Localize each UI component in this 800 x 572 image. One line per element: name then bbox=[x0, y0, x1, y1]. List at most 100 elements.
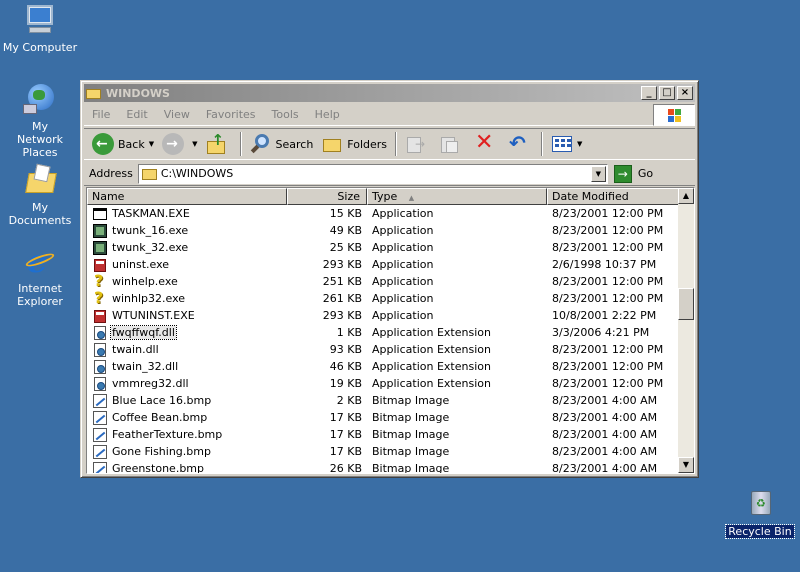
close-button[interactable]: × bbox=[677, 86, 693, 100]
desktop-icon-recycle-bin[interactable]: ♻ Recycle Bin bbox=[720, 487, 800, 539]
cell-size: 25 KB bbox=[329, 241, 362, 254]
recycle-bin-icon: ♻ bbox=[743, 487, 777, 521]
forward-button[interactable]: → ▼ bbox=[158, 130, 201, 158]
column-date-modified[interactable]: Date Modified bbox=[547, 188, 679, 205]
maximize-icon: □ bbox=[662, 87, 672, 98]
minimize-button[interactable]: _ bbox=[641, 86, 657, 100]
cell-type: Bitmap Image bbox=[372, 394, 450, 407]
delete-button[interactable]: ✕ bbox=[469, 130, 503, 158]
chevron-down-icon[interactable]: ▼ bbox=[149, 140, 154, 148]
desktop-icon-label: My Documents bbox=[8, 201, 72, 227]
table-row[interactable]: ? winhlp32.exe 261 KB Application 8/23/2001 … bbox=[87, 288, 679, 307]
cell-name: TASKMAN.EXE bbox=[87, 206, 287, 222]
go-button[interactable]: → Go bbox=[613, 164, 653, 183]
network-globe-icon bbox=[23, 82, 57, 116]
file-name: Blue Lace 16.bmp bbox=[112, 394, 212, 407]
cell-size: 93 KB bbox=[329, 343, 362, 356]
table-row[interactable]: Gone Fishing.bmp 17 KB Bitmap Image 8/23/20… bbox=[87, 443, 679, 460]
views-button[interactable]: ▼ bbox=[547, 130, 586, 158]
address-input[interactable]: C:\WINDOWS ▼ bbox=[137, 163, 608, 184]
menu-view[interactable]: View bbox=[156, 108, 198, 121]
title-bar[interactable]: WINDOWS _ □ × bbox=[84, 84, 695, 102]
scroll-thumb[interactable] bbox=[678, 288, 694, 320]
menu-edit[interactable]: Edit bbox=[118, 108, 155, 121]
desktop-icon-internet-explorer[interactable]: e Internet Explorer bbox=[0, 244, 80, 308]
desktop-icon-label: Recycle Bin bbox=[725, 524, 795, 539]
vertical-scrollbar[interactable]: ▲ ▼ bbox=[678, 188, 694, 473]
cell-date-modified: 8/23/2001 4:00 AM bbox=[552, 411, 658, 424]
table-row[interactable]: twunk_32.exe 25 KB Application 8/23/2001 12… bbox=[87, 239, 679, 256]
scroll-up-button[interactable]: ▲ bbox=[678, 188, 694, 204]
toolbar-separator bbox=[239, 132, 242, 156]
undo-button[interactable]: ↶ bbox=[503, 130, 537, 158]
table-row[interactable]: FeatherTexture.bmp 17 KB Bitmap Image 8/23/… bbox=[87, 426, 679, 443]
file-name: WTUNINST.EXE bbox=[112, 309, 195, 322]
chevron-down-icon[interactable]: ▼ bbox=[590, 165, 606, 182]
table-row[interactable]: uninst.exe 293 KB Application 2/6/1998 10:3… bbox=[87, 256, 679, 273]
chevron-down-icon[interactable]: ▼ bbox=[577, 140, 582, 148]
address-label: Address bbox=[89, 167, 133, 180]
folder-icon bbox=[86, 86, 102, 100]
folder-icon bbox=[141, 166, 158, 182]
cell-type: Bitmap Image bbox=[372, 445, 450, 458]
move-to-button[interactable]: → bbox=[401, 130, 435, 158]
desktop-icon-my-documents[interactable]: My Documents bbox=[0, 163, 80, 227]
maximize-button[interactable]: □ bbox=[659, 86, 675, 100]
cell-size: 17 KB bbox=[329, 428, 362, 441]
menu-bar: File Edit View Favorites Tools Help bbox=[84, 104, 695, 126]
cell-type: Application bbox=[372, 309, 434, 322]
table-row[interactable]: WTUNINST.EXE 293 KB Application 10/8/2001 2… bbox=[87, 307, 679, 324]
up-folder-button[interactable]: ↑ bbox=[202, 130, 236, 158]
search-label: Search bbox=[275, 137, 314, 151]
scroll-down-button[interactable]: ▼ bbox=[678, 457, 694, 473]
desktop-icon-my-network-places[interactable]: My Network Places bbox=[0, 82, 80, 159]
cell-size: 46 KB bbox=[329, 360, 362, 373]
table-row[interactable]: Coffee Bean.bmp 17 KB Bitmap Image 8/23/200… bbox=[87, 409, 679, 426]
bitmap-icon bbox=[92, 427, 108, 443]
table-row[interactable]: vmmreg32.dll 19 KB Application Extension 8/… bbox=[87, 375, 679, 392]
folders-button[interactable]: Folders bbox=[317, 130, 391, 158]
menu-file[interactable]: File bbox=[84, 108, 118, 121]
menu-favorites[interactable]: Favorites bbox=[198, 108, 264, 121]
menu-tools[interactable]: Tools bbox=[264, 108, 307, 121]
table-row[interactable]: TASKMAN.EXE 15 KB Application 8/23/2001 12:… bbox=[87, 205, 679, 222]
search-button[interactable]: Search bbox=[246, 130, 318, 158]
sort-ascending-icon: ▲ bbox=[408, 194, 415, 202]
cell-type: Bitmap Image bbox=[372, 462, 450, 474]
minimize-icon: _ bbox=[646, 87, 652, 98]
column-type[interactable]: Type ▲ bbox=[367, 188, 547, 205]
column-size[interactable]: Size bbox=[287, 188, 367, 205]
copy-to-icon bbox=[439, 133, 461, 155]
scanner-icon bbox=[92, 240, 108, 256]
table-row[interactable]: Blue Lace 16.bmp 2 KB Bitmap Image 8/23/200… bbox=[87, 392, 679, 409]
toolbar-separator bbox=[541, 132, 544, 156]
file-name: fwqffwqf.dll bbox=[110, 325, 177, 340]
copy-to-button[interactable] bbox=[435, 130, 469, 158]
file-name: twain_32.dll bbox=[112, 360, 179, 373]
cell-size: 251 KB bbox=[322, 275, 362, 288]
table-row[interactable]: fwqffwqf.dll 1 KB Application Extension 3/3… bbox=[87, 324, 679, 341]
toolbar: ← Back ▼ → ▼ ↑ Search Folders → ✕ ↶ ▼ bbox=[84, 128, 695, 160]
bitmap-icon bbox=[92, 444, 108, 460]
cell-date-modified: 8/23/2001 12:00 PM bbox=[552, 207, 664, 220]
bitmap-icon bbox=[92, 393, 108, 409]
menu-help[interactable]: Help bbox=[307, 108, 348, 121]
table-row[interactable]: Greenstone.bmp 26 KB Bitmap Image 8/23/2001… bbox=[87, 460, 679, 474]
back-button[interactable]: ← Back ▼ bbox=[88, 130, 158, 158]
desktop-icon-my-computer[interactable]: My Computer bbox=[0, 3, 80, 54]
explorer-window: WINDOWS _ □ × File Edit View Favorites T… bbox=[80, 80, 699, 478]
column-name[interactable]: Name bbox=[87, 188, 287, 205]
cell-name: twain.dll bbox=[87, 342, 287, 358]
chevron-down-icon[interactable]: ▼ bbox=[192, 140, 197, 148]
table-row[interactable]: twain_32.dll 46 KB Application Extension 8/… bbox=[87, 358, 679, 375]
table-row[interactable]: twain.dll 93 KB Application Extension 8/23/… bbox=[87, 341, 679, 358]
cell-name: Blue Lace 16.bmp bbox=[87, 393, 287, 409]
file-rows: TASKMAN.EXE 15 KB Application 8/23/2001 12:… bbox=[87, 205, 679, 474]
table-row[interactable]: ? winhelp.exe 251 KB Application 8/23/2001 1… bbox=[87, 271, 679, 290]
installer-icon bbox=[92, 308, 108, 324]
table-row[interactable]: twunk_16.exe 49 KB Application 8/23/2001 12… bbox=[87, 222, 679, 239]
window-title: WINDOWS bbox=[106, 86, 170, 100]
file-list[interactable]: Name Size Type ▲ Date Modified TASKMAN.E… bbox=[86, 187, 695, 474]
windows-logo-icon bbox=[653, 104, 695, 126]
folders-icon bbox=[321, 133, 343, 155]
